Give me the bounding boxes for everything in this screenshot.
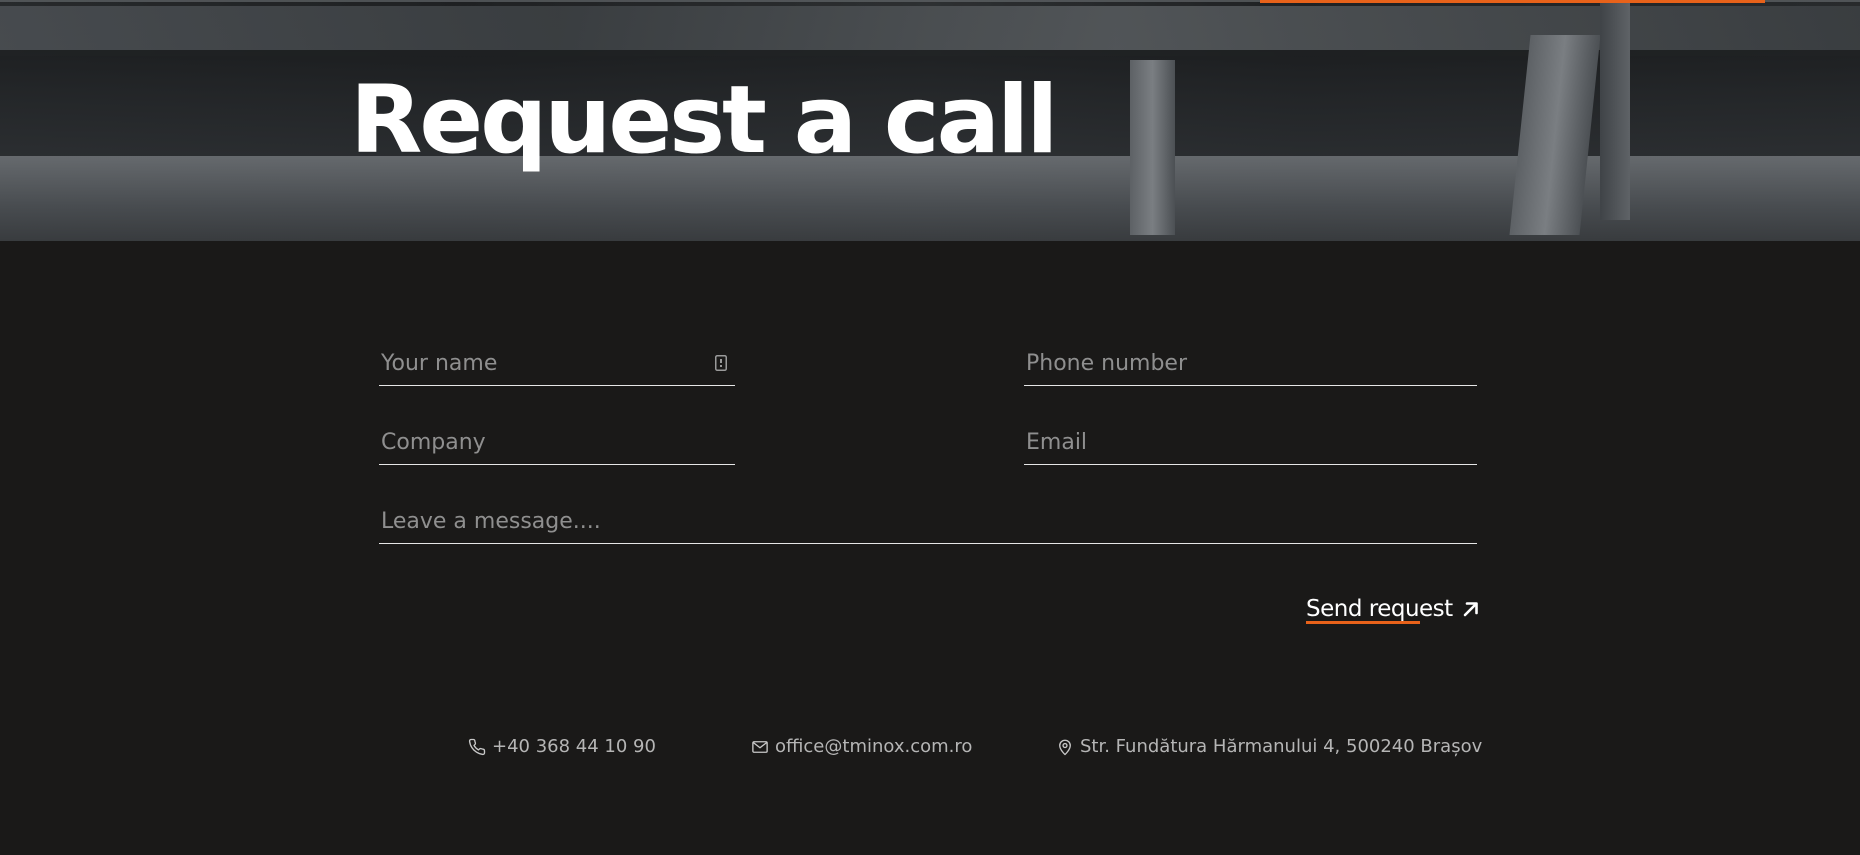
contact-address[interactable]: Str. Fundătura Hărmanului 4, 500240 Braș…	[1056, 736, 1482, 757]
mail-icon	[752, 740, 768, 753]
hero-background-post	[1130, 60, 1175, 235]
map-pin-icon	[1059, 739, 1071, 755]
contact-email[interactable]: office@tminox.com.ro	[751, 736, 972, 757]
contact-phone[interactable]: +40 368 44 10 90	[468, 736, 656, 757]
contact-card-icon[interactable]	[715, 355, 727, 371]
contact-address-text: Str. Fundătura Hărmanului 4, 500240 Braș…	[1080, 736, 1483, 757]
email-input[interactable]	[1024, 420, 1477, 464]
name-field	[379, 341, 735, 386]
phone-field	[1024, 341, 1477, 386]
contact-phone-text: +40 368 44 10 90	[492, 736, 656, 757]
page-title: Request a call	[350, 66, 1058, 175]
company-field	[379, 420, 735, 465]
page: Request a call Send request	[0, 0, 1860, 855]
contact-email-text: office@tminox.com.ro	[775, 736, 973, 757]
send-request-button[interactable]: Send request	[1306, 596, 1481, 624]
hero-accent-bar	[1260, 0, 1765, 3]
phone-icon	[468, 738, 486, 755]
send-request-underline	[1306, 621, 1420, 624]
hero-banner: Request a call	[0, 0, 1860, 241]
company-input[interactable]	[379, 420, 735, 464]
phone-input[interactable]	[1024, 341, 1477, 385]
arrow-up-right-icon	[1463, 602, 1478, 617]
send-request-text: Send request	[1306, 596, 1453, 622]
email-field	[1024, 420, 1477, 465]
send-request-label: Send request	[1306, 596, 1453, 624]
name-input[interactable]	[379, 341, 735, 385]
hero-background-post	[1600, 0, 1630, 220]
message-field	[379, 499, 1477, 544]
message-input[interactable]	[379, 499, 1477, 543]
